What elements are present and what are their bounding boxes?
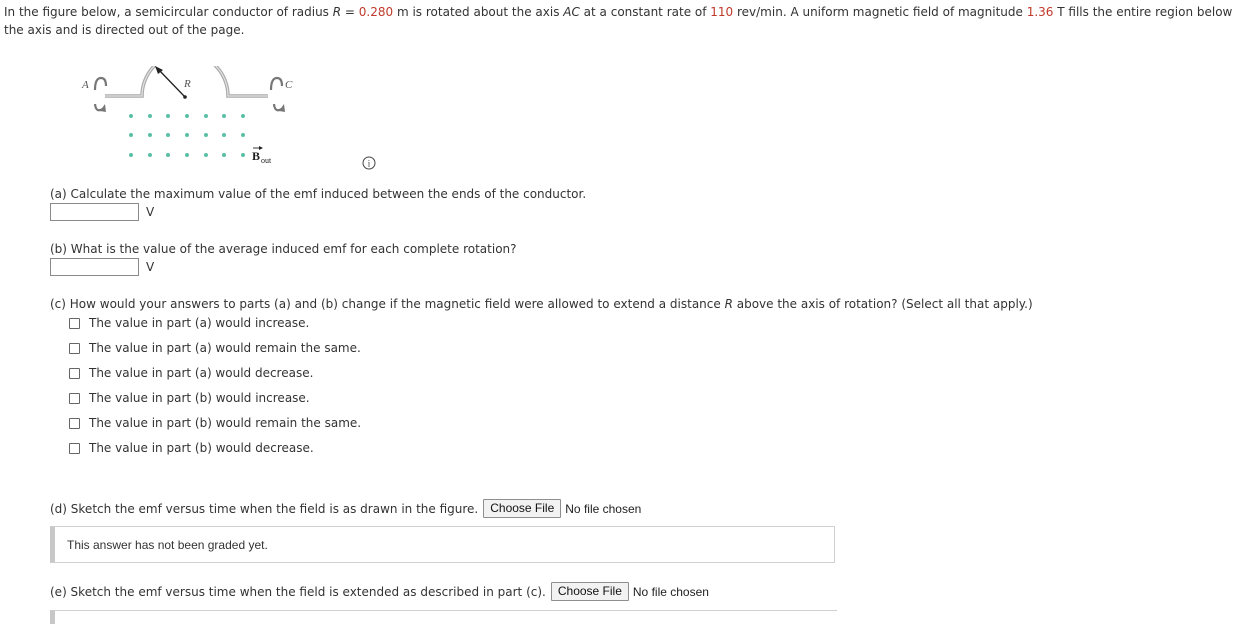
- part-b-answer-input[interactable]: [50, 258, 139, 276]
- part-e-file-status: No file chosen: [632, 584, 709, 599]
- part-a-unit: V: [146, 205, 155, 219]
- label-b: B: [252, 149, 260, 163]
- part-d-question: (d) Sketch the emf versus time when the …: [50, 501, 479, 516]
- checkbox[interactable]: [69, 367, 80, 379]
- part-c-option[interactable]: The value in part (a) would increase.: [69, 315, 309, 331]
- part-b-question: (b) What is the value of the average ind…: [50, 242, 517, 256]
- checkbox[interactable]: [69, 442, 80, 454]
- part-d-file-status: No file chosen: [565, 501, 642, 516]
- rate-value: 110: [710, 5, 734, 19]
- radius-arrow: [157, 68, 186, 98]
- axis-label: AC: [563, 5, 580, 19]
- part-e-grading-status: [50, 610, 837, 624]
- field-value: 1.36: [1026, 5, 1054, 19]
- part-b-unit: V: [146, 260, 155, 274]
- part-a-question: (a) Calculate the maximum value of the e…: [50, 187, 587, 201]
- part-d-grading-status: This answer has not been graded yet.: [50, 526, 835, 563]
- field-dots: [129, 114, 245, 157]
- checkbox[interactable]: [69, 392, 80, 404]
- part-d-row: (d) Sketch the emf versus time when the …: [50, 499, 641, 518]
- label-r: R: [183, 78, 191, 90]
- radius-value: 0.280: [358, 5, 394, 19]
- label-a: A: [81, 79, 89, 91]
- rotation-arrow-a-top: [93, 76, 108, 91]
- label-c: C: [285, 79, 293, 91]
- label-b-sub: out: [261, 156, 272, 165]
- rotation-arrow-c-top: [269, 76, 284, 91]
- part-b-answer-row: V: [50, 257, 154, 277]
- part-c-option[interactable]: The value in part (b) would decrease.: [69, 440, 314, 456]
- problem-statement: In the figure below, a semicircular cond…: [4, 5, 1233, 37]
- semicircle-conductor-figure: A C R B out: [81, 66, 293, 165]
- part-c-question: (c) How would your answers to parts (a) …: [50, 297, 1033, 311]
- part-c-option[interactable]: The value in part (b) would remain the s…: [69, 415, 361, 431]
- part-d-choose-file-button[interactable]: Choose File: [483, 499, 562, 518]
- part-e-row: (e) Sketch the emf versus time when the …: [50, 582, 709, 601]
- part-e-choose-file-button[interactable]: Choose File: [550, 582, 629, 601]
- checkbox[interactable]: [69, 317, 80, 329]
- checkbox[interactable]: [69, 417, 80, 429]
- part-c-option[interactable]: The value in part (a) would decrease.: [69, 365, 313, 381]
- svg-text:i: i: [368, 159, 371, 169]
- part-e-question: (e) Sketch the emf versus time when the …: [50, 584, 546, 599]
- part-c-option[interactable]: The value in part (a) would remain the s…: [69, 340, 361, 356]
- info-icon[interactable]: i: [362, 156, 376, 170]
- part-a-answer-input[interactable]: [50, 203, 139, 221]
- part-a-answer-row: V: [50, 202, 154, 222]
- radius-variable: R: [332, 5, 342, 19]
- checkbox[interactable]: [69, 342, 80, 354]
- part-c-option[interactable]: The value in part (b) would increase.: [69, 390, 310, 406]
